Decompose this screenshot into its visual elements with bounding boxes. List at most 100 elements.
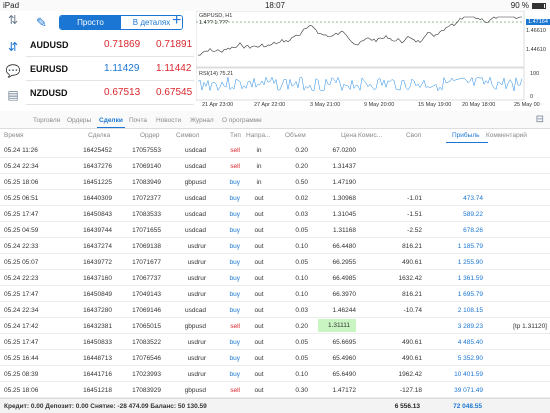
table-row[interactable]: 05.24 17:42 16432381 17065015 gbpusd sell out… [0, 318, 550, 334]
chart-panel[interactable]: GBPUSD, H1 1.4?? 1.??? 1.47164 1.46610 1… [196, 11, 550, 111]
column-header-volume[interactable]: Объем [285, 132, 306, 139]
cell-time: 05.24 11:26 [4, 147, 38, 154]
cell-volume: 0.05 [295, 259, 308, 266]
tab-1[interactable]: Торговля [33, 117, 60, 124]
cell-symbol: usdcad [185, 163, 206, 170]
cell-volume: 0.05 [295, 339, 308, 346]
rsi-label: RSI(14) 75.21 [199, 71, 234, 77]
table-row[interactable]: 05.25 06:51 16440309 17072377 usdcad buy out 0… [0, 190, 550, 206]
table-row[interactable]: 05.25 17:47 16450849 17049143 usdrur buy out 0… [0, 286, 550, 302]
chat-icon[interactable]: 💬 [5, 64, 21, 78]
table-row[interactable]: 05.25 04:59 16439744 17071655 usdcad buy out 0… [0, 222, 550, 238]
account-summary-bar: Кредит: 0.00 Депозит: 0.00 Снятие: -28 4… [0, 398, 550, 413]
cell-symbol: usdrur [187, 259, 206, 266]
tab-3[interactable]: Сделки [97, 117, 125, 128]
cell-profit: 1 695.79 [457, 291, 483, 298]
cell-swap: 816.21 [402, 243, 422, 250]
quotes-icon[interactable]: ⇅ [5, 13, 21, 27]
segment-simple[interactable]: Просто [60, 16, 121, 29]
cell-swap: 490.61 [402, 259, 422, 266]
cell-order: 17083949 [132, 179, 161, 186]
cell-type: buy [229, 259, 240, 266]
column-header-price[interactable]: Цена [341, 132, 357, 139]
column-header-swap[interactable]: Своп [406, 132, 421, 139]
cell-type: sell [230, 323, 240, 330]
cell-type: buy [229, 243, 240, 250]
column-header-profit[interactable]: Прибыль [446, 132, 487, 143]
table-row[interactable]: 05.24 22:23 16437160 17067737 usdrur buy out 0… [0, 270, 550, 286]
cell-swap: -127.18 [399, 387, 422, 394]
tab-2[interactable]: Ордеры [67, 117, 91, 124]
table-row[interactable]: 05.24 22:34 16437280 17069146 usdcad buy out 0… [0, 302, 550, 318]
cell-dir: out [254, 243, 264, 250]
cell-order: 17023993 [132, 371, 161, 378]
column-header-commission[interactable]: Комис... [358, 132, 382, 139]
cell-price: 1.47190 [332, 179, 357, 186]
cell-price: 1.31168 [332, 227, 356, 234]
cell-deal: 16448713 [83, 355, 112, 362]
table-row[interactable]: 05.25 08:39 16441716 17023993 usdrur buy out 0… [0, 366, 550, 382]
cell-deal: 16450849 [83, 291, 112, 298]
column-header-dir[interactable]: Напра... [246, 132, 270, 139]
rsi-max: 100 [530, 71, 540, 77]
tab-5[interactable]: Новости [156, 117, 181, 124]
table-row[interactable]: 05.24 22:33 16437274 17069138 usdrur buy out 0… [0, 238, 550, 254]
column-header-order[interactable]: Ордер [140, 132, 160, 139]
cell-time: 05.24 22:34 [4, 163, 39, 170]
column-header-deal[interactable]: Сделка [88, 132, 110, 139]
table-row[interactable]: 05.24 11:26 16425452 17057553 usdcad sell in 0… [0, 142, 550, 158]
cell-deal: 16450833 [83, 339, 112, 346]
table-row[interactable]: 05.25 18:06 16451218 17083929 gbpusd sell out… [0, 382, 550, 398]
cell-swap: 1962.42 [398, 371, 423, 378]
table-row[interactable]: 05.25 16:44 16448713 17076546 usdrur buy out 0… [0, 350, 550, 366]
quote-row-audusd[interactable]: AUDUSD 0.71869 0.71891 [26, 33, 194, 57]
cell-profit: 5 352.90 [457, 355, 483, 362]
cell-price: 66.4480 [332, 243, 357, 250]
swap-total: 6 556.13 [394, 403, 420, 410]
cell-swap: -1.01 [407, 195, 422, 202]
quote-row-eurusd[interactable]: EURUSD 1.11429 1.11442 [26, 57, 194, 81]
cell-volume: 0.03 [295, 211, 308, 218]
cell-dir: in [256, 147, 262, 154]
cell-time: 05.25 06:51 [4, 195, 39, 202]
price-chart[interactable] [196, 11, 550, 111]
cell-swap: 490.61 [402, 339, 422, 346]
x-tick-label: 9 May 20:00 [364, 102, 395, 108]
quote-bid: 0.67513 [104, 87, 141, 98]
trade-icon[interactable]: ⇵ [5, 40, 21, 54]
toolbox-menu-icon[interactable]: ⊟ [536, 114, 544, 125]
add-symbol-icon[interactable]: + [172, 12, 181, 30]
cell-deal: 16437274 [83, 243, 112, 250]
table-row[interactable]: 05.25 18:06 16451225 17083949 gbpusd buy in 0.… [0, 174, 550, 190]
table-row[interactable]: 05.24 22:34 16437276 17069140 usdcad sell in 0… [0, 158, 550, 174]
tab-7[interactable]: О программе [222, 117, 262, 124]
cell-order: 17069146 [132, 307, 161, 314]
cell-time: 05.25 17:47 [4, 291, 39, 298]
cell-time: 05.25 17:47 [4, 211, 39, 218]
table-row[interactable]: 05.25 05:07 16439772 17071677 usdrur buy out 0… [0, 254, 550, 270]
tab-6[interactable]: Журнал [190, 117, 214, 124]
cell-deal: 16437276 [83, 163, 112, 170]
cell-price: 66.4985 [332, 275, 357, 282]
column-header-comment[interactable]: Комментарий [486, 132, 527, 139]
table-row[interactable]: 05.25 17:47 16450833 17083522 usdrur buy out 0… [0, 334, 550, 350]
cell-type: buy [229, 227, 240, 234]
x-tick-label: 20 May 18:00 [462, 102, 496, 108]
quote-row-nzdusd[interactable]: NZDUSD 0.67513 0.67545 [26, 81, 194, 105]
cell-time: 05.25 18:06 [4, 179, 39, 186]
column-header-type[interactable]: Тип [230, 132, 241, 139]
column-header-time[interactable]: Время [4, 132, 24, 139]
cell-price: 1.31111 [318, 319, 356, 332]
cell-order: 17065015 [132, 323, 161, 330]
cell-swap: 816.21 [402, 291, 422, 298]
price-pane [196, 11, 525, 68]
cell-symbol: usdrur [187, 243, 206, 250]
edit-icon[interactable]: ✎ [36, 15, 47, 31]
table-row[interactable]: 05.25 17:47 16450843 17083533 usdcad buy out 0… [0, 206, 550, 222]
cell-profit: 3 289.23 [457, 323, 483, 330]
history-icon[interactable]: ▤ [5, 88, 21, 102]
tab-4[interactable]: Почта [129, 117, 147, 124]
cell-dir: in [256, 179, 262, 186]
column-header-symbol[interactable]: Символ [176, 132, 199, 139]
cell-profit: 473.74 [463, 195, 483, 202]
